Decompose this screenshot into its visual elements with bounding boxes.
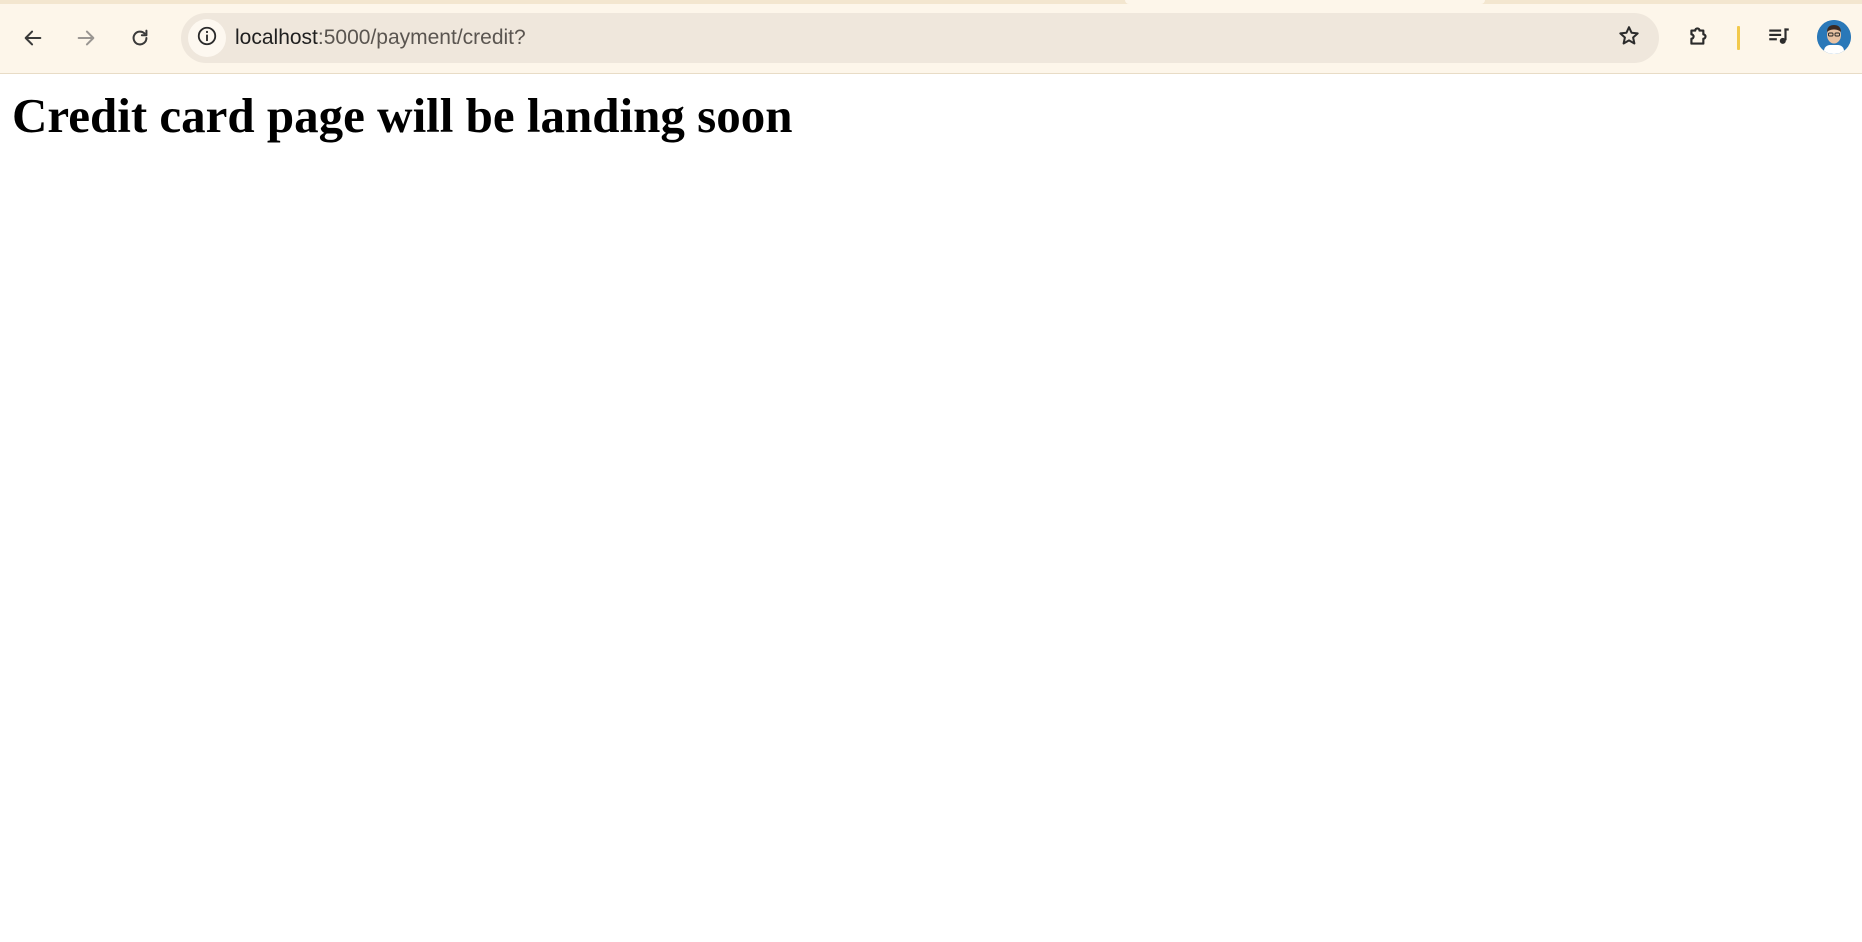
toolbar-divider — [1737, 26, 1740, 50]
playlist-music-icon — [1766, 23, 1792, 54]
arrow-right-icon — [75, 27, 97, 49]
arrow-left-icon — [22, 27, 44, 49]
reload-button[interactable] — [120, 18, 160, 58]
puzzle-icon — [1686, 23, 1712, 54]
avatar[interactable] — [1817, 20, 1851, 54]
reload-icon — [129, 27, 151, 49]
address-bar[interactable]: localhost:5000/payment/credit? — [181, 13, 1659, 63]
url-text[interactable]: localhost:5000/payment/credit? — [235, 13, 526, 63]
back-button[interactable] — [13, 18, 53, 58]
page-content: Credit card page will be landing soon — [0, 74, 1862, 942]
active-tab-edge[interactable] — [1125, 0, 1485, 4]
forward-button[interactable] — [66, 18, 106, 58]
media-controls-button[interactable] — [1759, 18, 1799, 58]
info-circle-icon — [196, 25, 218, 52]
url-host: localhost — [235, 26, 318, 49]
site-info-button[interactable] — [188, 19, 226, 57]
page-heading: Credit card page will be landing soon — [12, 88, 793, 143]
star-outline-icon — [1617, 24, 1641, 53]
extensions-button[interactable] — [1679, 18, 1719, 58]
url-path: :5000/payment/credit? — [317, 26, 526, 49]
bookmark-button[interactable] — [1609, 18, 1649, 58]
tab-strip — [0, 0, 1862, 4]
browser-toolbar: localhost:5000/payment/credit? — [0, 0, 1862, 74]
